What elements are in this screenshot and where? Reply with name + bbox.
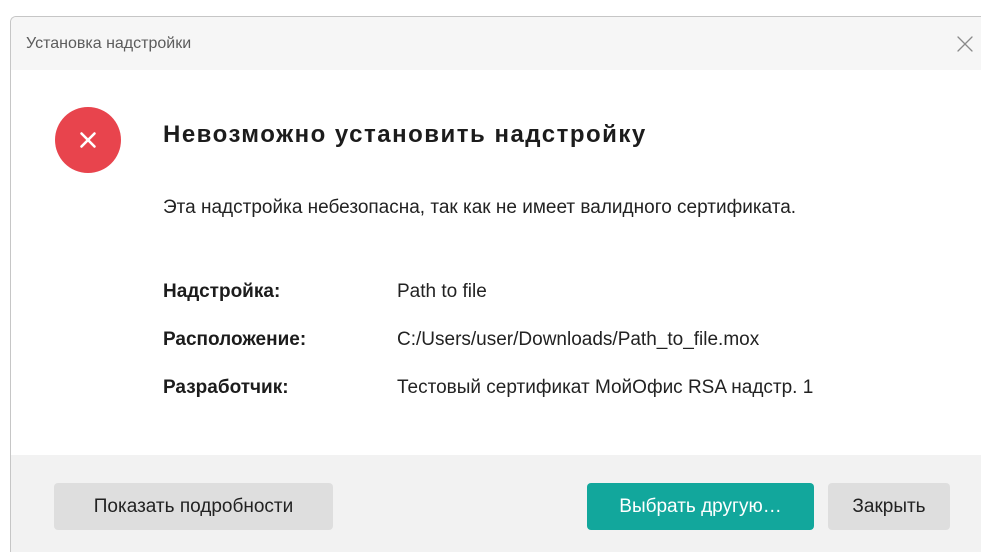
detail-row-location: Расположение: C:/Users/user/Downloads/Pa…: [163, 327, 963, 375]
close-window-button[interactable]: [955, 34, 975, 54]
details-list: Надстройка: Path to file Расположение: C…: [163, 279, 963, 423]
dialog-window: Установка надстройки Невозможно установи…: [10, 16, 981, 552]
close-button[interactable]: Закрыть: [828, 483, 950, 530]
detail-row-addin: Надстройка: Path to file: [163, 279, 963, 327]
close-icon: [957, 36, 973, 52]
detail-label: Расположение:: [163, 329, 307, 350]
dialog-footer: Показать подробности Выбрать другую… Зак…: [11, 455, 981, 552]
error-heading: Невозможно установить надстройку: [163, 121, 647, 148]
detail-value: C:/Users/user/Downloads/Path_to_file.mox: [397, 329, 760, 350]
error-icon: [55, 107, 121, 173]
error-cross-glyph: [80, 132, 96, 148]
dialog-title: Установка надстройки: [26, 35, 192, 52]
detail-value: Path to file: [397, 281, 487, 302]
dialog-body: Невозможно установить надстройку Эта над…: [11, 70, 981, 455]
title-bar: Установка надстройки: [11, 17, 981, 70]
choose-another-button[interactable]: Выбрать другую…: [587, 483, 814, 530]
detail-label: Разработчик:: [163, 377, 289, 398]
detail-row-developer: Разработчик: Тестовый сертификат МойОфис…: [163, 375, 963, 423]
error-message: Эта надстройка небезопасна, так как не и…: [163, 197, 797, 218]
detail-value: Тестовый сертификат МойОфис RSA надстр. …: [397, 377, 814, 398]
detail-label: Надстройка:: [163, 281, 281, 302]
show-details-button[interactable]: Показать подробности: [54, 483, 333, 530]
